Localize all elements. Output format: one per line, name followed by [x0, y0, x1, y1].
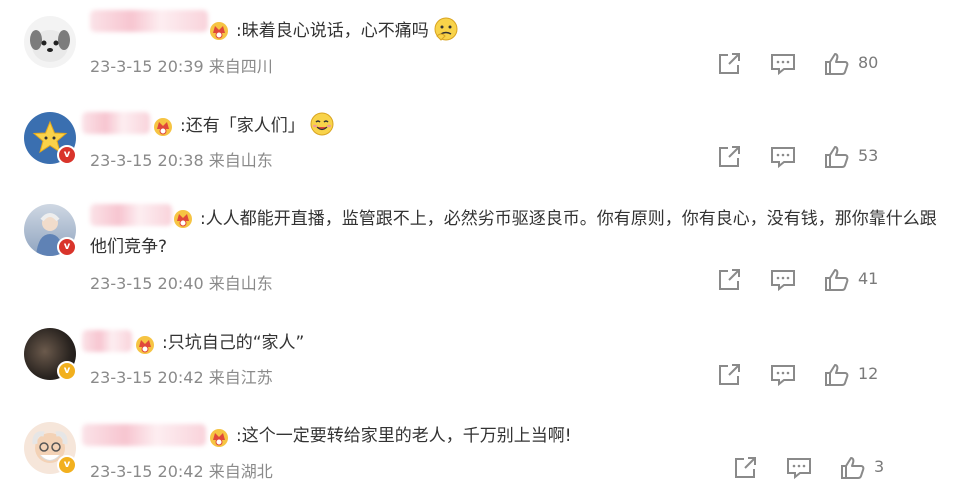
comment-meta: 23-3-15 20:38 来自山东 [90, 147, 273, 171]
vip-crown-icon [152, 115, 174, 137]
avatar[interactable]: v [24, 422, 77, 475]
comment-text: :人人都能开直播，监管跟不上，必然劣币驱逐良币。你有原则，你有良心，没有钱，那你… [90, 205, 950, 261]
thumbs-up-icon[interactable] [840, 456, 866, 480]
comment-meta: 23-3-15 20:39 来自四川 [90, 53, 273, 77]
like-count: 41 [858, 269, 879, 288]
comment-text-content: :还有「家人们」 [180, 116, 305, 136]
vip-crown-icon [208, 426, 230, 448]
username-blurred[interactable] [90, 10, 208, 32]
share-icon[interactable] [716, 145, 742, 169]
comment-icon[interactable] [770, 145, 796, 169]
comment-location: 来自江苏 [208, 368, 273, 387]
comment-text-content: :只坑自己的“家人” [162, 333, 305, 353]
comment-location: 来自四川 [208, 57, 273, 76]
dog-avatar-icon [30, 30, 70, 62]
avatar[interactable]: v [24, 328, 77, 381]
comment-text-content: :人人都能开直播，监管跟不上，必然劣币驱逐良币。你有原则，你有良心，没有钱，那你… [90, 209, 937, 257]
thumbs-up-icon[interactable] [824, 268, 850, 292]
thumbs-up-icon[interactable] [824, 363, 850, 387]
thumbs-up-icon[interactable] [824, 52, 850, 76]
comment-time: 23-3-15 20:38 [90, 151, 204, 170]
username-blurred[interactable] [82, 112, 150, 134]
username-blurred[interactable] [82, 424, 206, 446]
verified-badge: v [57, 455, 77, 475]
like-count: 3 [874, 457, 885, 476]
comment-icon[interactable] [770, 363, 796, 387]
comment-actions: 53 [706, 145, 946, 169]
comment-text-content: :这个一定要转给家里的老人，千万别上当啊! [236, 426, 572, 446]
avatar[interactable] [24, 16, 76, 68]
like-count: 12 [858, 364, 879, 383]
comment-text-content: :昧着良心说话，心不痛吗 [236, 21, 429, 41]
thinking-emoji-icon [434, 17, 458, 41]
comment-text: :只坑自己的“家人” [162, 329, 304, 357]
comment-meta: 23-3-15 20:40 来自山东 [90, 270, 273, 294]
share-icon[interactable] [716, 268, 742, 292]
comment-actions: 3 [722, 456, 952, 480]
avatar[interactable]: v [24, 112, 77, 165]
comment-text: :还有「家人们」 [180, 111, 335, 140]
comment-time: 23-3-15 20:39 [90, 57, 204, 76]
comment-meta: 23-3-15 20:42 来自湖北 [90, 458, 273, 482]
comment-meta: 23-3-15 20:42 来自江苏 [90, 364, 273, 388]
comment-time: 23-3-15 20:42 [90, 462, 204, 481]
share-icon[interactable] [716, 363, 742, 387]
verified-badge: v [57, 145, 77, 165]
comment-location: 来自山东 [208, 151, 273, 170]
avatar[interactable]: v [24, 204, 77, 257]
comment-actions: 12 [706, 363, 946, 387]
comment-icon[interactable] [770, 268, 796, 292]
verified-badge: v [57, 361, 77, 381]
like-count: 80 [858, 53, 879, 72]
comment-time: 23-3-15 20:42 [90, 368, 204, 387]
like-count: 53 [858, 146, 879, 165]
thumbs-up-icon[interactable] [824, 145, 850, 169]
comment-actions: 80 [706, 52, 946, 76]
comment-text: :这个一定要转给家里的老人，千万别上当啊! [236, 422, 572, 450]
comment-actions: 41 [706, 268, 946, 292]
comment-location: 来自山东 [208, 274, 273, 293]
share-icon[interactable] [732, 456, 758, 480]
share-icon[interactable] [716, 52, 742, 76]
comment-location: 来自湖北 [208, 462, 273, 481]
comment-time: 23-3-15 20:40 [90, 274, 204, 293]
verified-badge: v [57, 237, 77, 257]
comment-icon[interactable] [770, 52, 796, 76]
comment-text: :昧着良心说话，心不痛吗 [236, 16, 459, 45]
yummy-emoji-icon [310, 112, 334, 136]
vip-crown-icon [134, 333, 156, 355]
comment-icon[interactable] [786, 456, 812, 480]
vip-crown-icon [208, 19, 230, 41]
username-blurred[interactable] [82, 330, 132, 352]
